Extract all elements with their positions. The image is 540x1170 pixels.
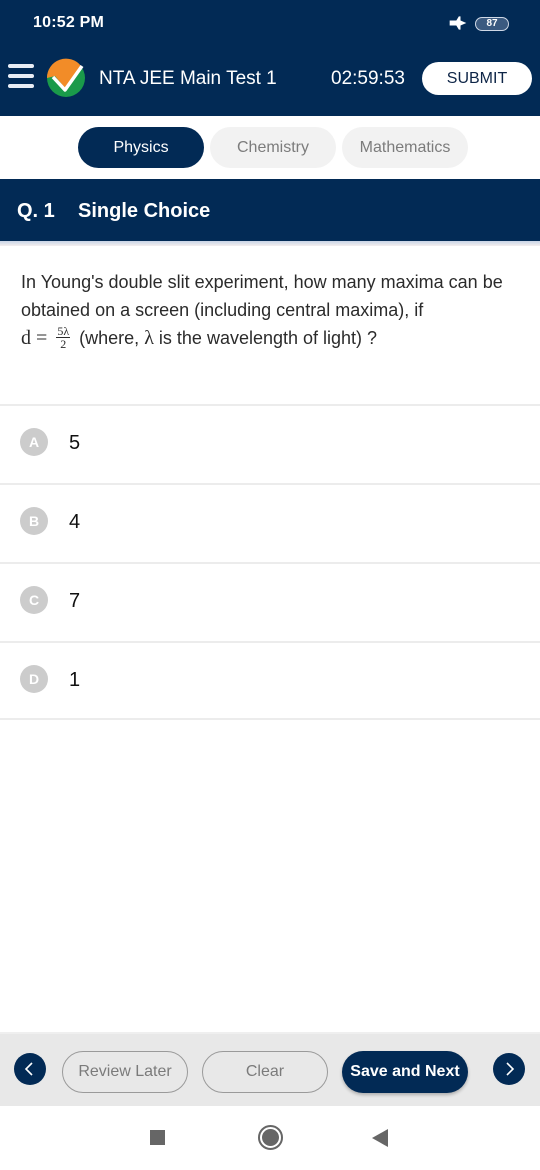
- option-value: 1: [69, 669, 81, 691]
- header-divider: [0, 241, 540, 246]
- answer-options: A 5 B 4 C 7 D 1: [0, 404, 540, 720]
- system-navigation-bar: [0, 1106, 540, 1170]
- math-fraction: 5λ 2: [56, 323, 71, 351]
- status-time: 10:52 PM: [33, 14, 104, 31]
- math-equals: =: [36, 327, 48, 349]
- option-value: 4: [69, 511, 81, 533]
- tab-mathematics[interactable]: Mathematics: [342, 127, 468, 168]
- home-circle-icon[interactable]: [258, 1125, 283, 1150]
- clear-button[interactable]: Clear: [202, 1051, 328, 1093]
- review-later-button[interactable]: Review Later: [62, 1051, 188, 1093]
- fraction-denominator: 2: [60, 336, 67, 351]
- option-letter-badge: B: [20, 507, 48, 535]
- chevron-right-icon: [506, 1062, 515, 1076]
- battery-indicator: 87: [475, 17, 509, 31]
- option-value: 7: [69, 590, 81, 612]
- next-question-button[interactable]: [493, 1053, 525, 1085]
- question-text-line: In Young's double slit experiment, how m…: [21, 272, 503, 320]
- subject-tabs: Physics Chemistry Mathematics: [0, 116, 540, 179]
- countdown-timer: 02:59:53: [331, 68, 405, 89]
- option-d[interactable]: D 1: [0, 641, 540, 720]
- option-a[interactable]: A 5: [0, 404, 540, 483]
- question-number: Q. 1: [17, 200, 55, 222]
- airplane-mode-icon: [449, 16, 467, 30]
- option-c[interactable]: C 7: [0, 562, 540, 641]
- math-lambda: λ: [144, 327, 154, 349]
- hamburger-menu-icon[interactable]: [8, 64, 34, 94]
- option-letter-badge: D: [20, 665, 48, 693]
- question-type: Single Choice: [78, 200, 211, 222]
- previous-question-button[interactable]: [14, 1053, 46, 1085]
- question-text-end: is the wavelength of light) ?: [158, 328, 378, 348]
- math-variable: d: [21, 327, 31, 349]
- option-letter-badge: A: [20, 428, 48, 456]
- app-bar: NTA JEE Main Test 1 02:59:53 SUBMIT: [0, 48, 540, 116]
- option-letter-badge: C: [20, 586, 48, 614]
- question-text: In Young's double slit experiment, how m…: [21, 268, 521, 352]
- question-text-after: (where,: [79, 328, 140, 348]
- submit-button[interactable]: SUBMIT: [422, 62, 532, 95]
- option-b[interactable]: B 4: [0, 483, 540, 562]
- bottom-action-bar: Review Later Clear Save and Next: [0, 1032, 540, 1106]
- tab-chemistry[interactable]: Chemistry: [210, 127, 336, 168]
- save-and-next-button[interactable]: Save and Next: [342, 1051, 468, 1093]
- status-bar: 10:52 PM 87: [0, 0, 540, 48]
- recents-square-icon[interactable]: [150, 1130, 165, 1145]
- test-title: NTA JEE Main Test 1: [99, 68, 277, 89]
- chevron-left-icon: [24, 1062, 33, 1076]
- option-value: 5: [69, 432, 81, 454]
- tab-physics[interactable]: Physics: [78, 127, 204, 168]
- back-triangle-icon[interactable]: [372, 1129, 388, 1147]
- fraction-numerator: 5λ: [56, 323, 71, 338]
- question-header: Q. 1 Single Choice: [0, 179, 540, 241]
- nta-logo-icon: [46, 58, 85, 97]
